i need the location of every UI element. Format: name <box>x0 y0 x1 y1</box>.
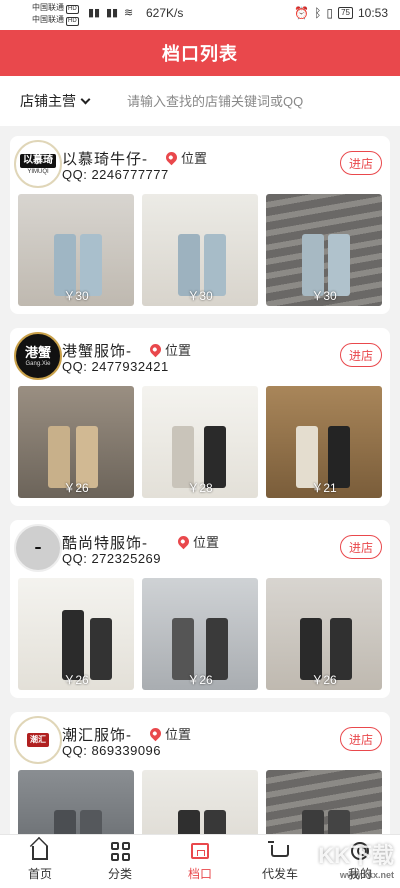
location-link[interactable]: 位置 <box>175 532 219 551</box>
shop-card[interactable]: 以慕琦 YIMUQI 以慕琦牛仔- 位置 QQ: 2246777777 进店 ￥… <box>10 136 390 314</box>
shop-qq: QQ: 2246777777 <box>62 167 169 182</box>
signal-icon: ▮▮ <box>106 7 119 19</box>
enter-shop-button[interactable]: 进店 <box>340 727 382 751</box>
nav-label: 首页 <box>27 867 52 881</box>
shop-logo: 港蟹 Gang.Xie <box>14 332 62 380</box>
location-pin-icon <box>147 341 164 358</box>
signal-icon: ▮▮ <box>88 7 101 19</box>
carrier-1: 中国联通 HD <box>32 3 79 14</box>
shop-logo: 以慕琦 YIMUQI <box>14 140 62 188</box>
bottom-nav: 首页 分类 档口 代发车 我的 KK下载 www.kkx.net <box>0 834 400 888</box>
product-price: ￥21 <box>311 481 337 495</box>
product-price: ￥30 <box>187 289 213 303</box>
shop-card[interactable]: 港蟹 Gang.Xie 港蟹服饰- 位置 QQ: 2477932421 进店 ￥… <box>10 328 390 506</box>
product-image[interactable]: ￥26 <box>18 578 134 690</box>
bluetooth-icon: ᛒ <box>314 6 322 20</box>
location-pin-icon <box>147 725 164 742</box>
product-thumbnails: ￥26 ￥28 ￥21 <box>18 386 382 498</box>
shop-qq: QQ: 2477932421 <box>62 359 169 374</box>
nav-stalls[interactable]: 档口 <box>160 835 240 888</box>
product-thumbnails: ￥30 ￥30 ￥30 <box>18 194 382 306</box>
shop-logo: 潮汇 <box>14 716 62 764</box>
product-price: ￥26 <box>311 673 337 687</box>
nav-category[interactable]: 分类 <box>80 835 160 888</box>
store-icon <box>190 841 210 861</box>
shop-name: 以慕琦牛仔- <box>62 151 148 168</box>
nav-label: 代发车 <box>261 867 298 881</box>
product-image[interactable]: ￥30 <box>266 194 382 306</box>
product-image[interactable]: ￥28 <box>142 386 258 498</box>
enter-shop-button[interactable]: 进店 <box>340 151 382 175</box>
user-icon <box>350 841 370 861</box>
home-icon <box>30 841 50 861</box>
product-price: ￥26 <box>63 481 89 495</box>
status-right: ⏰ ᛒ ▯ 75 10:53 <box>294 6 388 20</box>
product-image[interactable]: ￥30 <box>18 194 134 306</box>
nav-label: 档口 <box>187 867 212 881</box>
carrier-2: 中国联通 HD <box>32 15 79 26</box>
nav-label: 我的 <box>347 867 372 881</box>
product-image[interactable]: ￥26 <box>266 578 382 690</box>
nav-label: 分类 <box>107 867 132 881</box>
cart-icon <box>268 841 290 861</box>
shop-logo <box>14 524 62 572</box>
product-image[interactable]: ￥30 <box>142 194 258 306</box>
category-filter-dropdown[interactable]: 店铺主营 <box>20 91 91 111</box>
shop-card[interactable]: 酷尚特服饰- 位置 QQ: 272325269 进店 ￥26 ￥26 ￥26 <box>10 520 390 698</box>
chevron-down-icon <box>80 94 91 104</box>
net-speed: 627K/s <box>146 6 184 20</box>
location-link[interactable]: 位置 <box>147 724 191 743</box>
battery-icon: 75 <box>338 7 353 19</box>
shop-qq: QQ: 869339096 <box>62 743 162 758</box>
product-price: ￥26 <box>187 673 213 687</box>
shop-name: 潮汇服饰- <box>62 727 132 744</box>
product-image[interactable]: ￥26 <box>142 578 258 690</box>
product-image[interactable]: ￥21 <box>266 386 382 498</box>
product-price: ￥28 <box>187 481 213 495</box>
nav-mine[interactable]: 我的 <box>320 835 400 888</box>
shop-qq: QQ: 272325269 <box>62 551 162 566</box>
search-input[interactable] <box>127 93 347 109</box>
wifi-icon: ≋ <box>124 7 134 19</box>
vibrate-icon: ▯ <box>326 6 334 20</box>
alarm-icon: ⏰ <box>294 6 310 20</box>
nav-home[interactable]: 首页 <box>0 835 80 888</box>
location-pin-icon <box>175 533 192 550</box>
enter-shop-button[interactable]: 进店 <box>340 343 382 367</box>
grid-icon <box>110 841 130 861</box>
location-pin-icon <box>163 149 180 166</box>
category-filter-label: 店铺主营 <box>20 93 76 109</box>
location-link[interactable]: 位置 <box>147 340 191 359</box>
shop-name: 酷尚特服饰- <box>62 535 148 552</box>
product-thumbnails: ￥26 ￥26 ￥26 <box>18 578 382 690</box>
search-bar: 店铺主营 <box>0 76 400 126</box>
enter-shop-button[interactable]: 进店 <box>340 535 382 559</box>
product-price: ￥26 <box>63 673 89 687</box>
nav-dropship[interactable]: 代发车 <box>240 835 320 888</box>
location-link[interactable]: 位置 <box>163 148 207 167</box>
page-title: 档口列表 <box>0 30 400 76</box>
product-price: ￥30 <box>63 289 89 303</box>
status-bar: 中国联通 HD 中国联通 HD ▮▮ ▮▮ ≋ 627K/s ⏰ ᛒ ▯ 75 10… <box>0 0 400 30</box>
product-price: ￥30 <box>311 289 337 303</box>
clock: 10:53 <box>357 6 388 20</box>
product-image[interactable]: ￥26 <box>18 386 134 498</box>
shop-name: 港蟹服饰- <box>62 343 132 360</box>
